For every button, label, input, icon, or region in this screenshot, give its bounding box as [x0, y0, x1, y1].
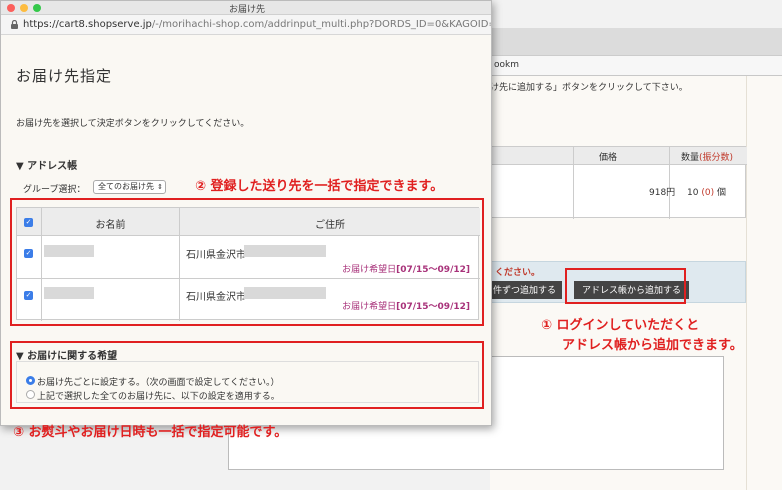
group-select-label: グループ選択：	[23, 185, 86, 195]
group-select[interactable]: 全てのお届け先 ⇕	[93, 180, 166, 194]
preference-highlight-box	[10, 341, 484, 409]
annotation-3: ③ お熨斗やお届け日時も一括で指定可能です。	[13, 425, 288, 440]
cart-divider	[573, 147, 574, 219]
qty-value: 10 (0) 個	[687, 188, 726, 198]
alert-text: ください。	[495, 268, 541, 278]
annotation-1-line1: ① ログインしていただくと	[541, 318, 700, 333]
address-highlight-box	[10, 198, 484, 326]
address-book-section-title[interactable]: ▼ アドレス帳	[16, 157, 77, 172]
button-highlight-box	[565, 268, 686, 304]
qty-split-value: (0)	[701, 188, 715, 198]
page-title: お届け先指定	[16, 67, 113, 85]
url-text: https://cart8.shopserve.jp/-/morihachi-s…	[23, 19, 492, 30]
qty-split-header: (振分数)	[699, 153, 734, 163]
cart-table: 価格 数量(振分数) 918円 10 (0) 個	[490, 146, 747, 219]
lock-icon	[11, 20, 18, 29]
background-sidebar	[746, 76, 782, 490]
select-arrows-icon: ⇕	[157, 183, 163, 191]
background-instruction: け先に追加する」ボタンをクリックして下さい。	[490, 83, 688, 93]
page-description: お届け先を選択して決定ボタンをクリックしてください。	[16, 119, 250, 129]
background-tab[interactable]: ookm	[490, 55, 782, 75]
window-title: お届け先	[228, 5, 265, 15]
annotation-1-line2: アドレス帳から追加できます。	[562, 338, 743, 353]
annotation-2: ② 登録した送り先を一括で指定できます。	[195, 179, 444, 194]
add-each-button[interactable]: 件ずつ追加する	[487, 281, 563, 299]
qty-header: 数量(振分数)	[681, 153, 734, 163]
price-header: 価格	[599, 153, 618, 163]
title-bar: お届け先	[1, 1, 491, 15]
cart-divider	[669, 147, 670, 219]
url-bar[interactable]: https://cart8.shopserve.jp/-/morihachi-s…	[1, 15, 492, 35]
price-value: 918円	[649, 188, 676, 198]
